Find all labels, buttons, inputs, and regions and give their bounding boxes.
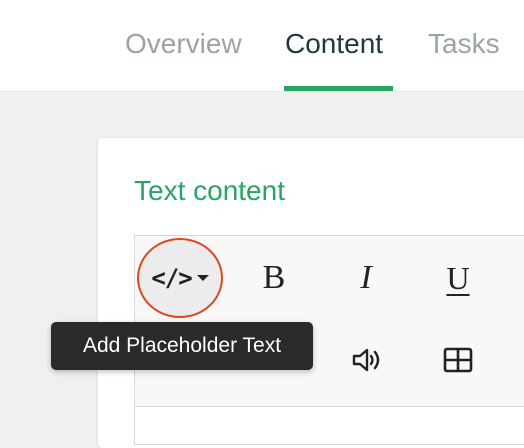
bold-button[interactable]: B <box>244 252 304 304</box>
placeholder-tooltip: Add Placeholder Text <box>51 322 313 370</box>
italic-button[interactable]: I <box>336 252 396 304</box>
table-icon <box>443 347 473 373</box>
underline-button[interactable]: U <box>428 252 488 304</box>
add-placeholder-button[interactable]: </> <box>137 238 223 318</box>
top-nav: Overview Content Tasks <box>0 0 524 92</box>
tab-tasks[interactable]: Tasks <box>428 28 500 60</box>
tab-overview[interactable]: Overview <box>125 28 242 60</box>
chevron-down-icon <box>196 275 209 281</box>
insert-audio-button[interactable] <box>346 338 390 382</box>
tab-content[interactable]: Content <box>285 28 383 60</box>
insert-table-button[interactable] <box>436 338 480 382</box>
audio-icon <box>352 348 380 372</box>
italic-icon: I <box>360 259 372 296</box>
active-tab-indicator <box>284 86 393 91</box>
underline-icon: U <box>446 259 470 296</box>
section-title: Text content <box>134 175 285 206</box>
code-icon: </> <box>151 264 192 292</box>
bold-icon: B <box>262 259 286 296</box>
